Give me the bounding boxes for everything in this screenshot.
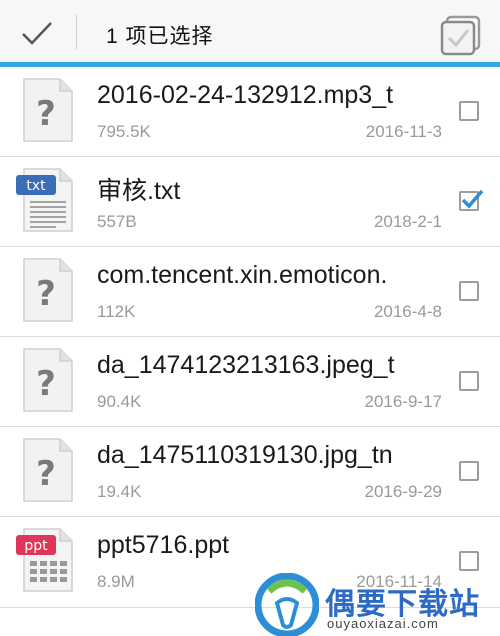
file-size: 112K xyxy=(97,302,136,321)
file-size: 557B xyxy=(97,212,137,231)
txt-file-icon: txt xyxy=(16,168,73,232)
selection-count-title: 1 项已选择 xyxy=(106,25,214,48)
file-name: ppt5716.ppt xyxy=(97,531,230,559)
watermark-url: ouyaoxiazai.com xyxy=(327,616,439,631)
svg-text:?: ? xyxy=(36,94,56,134)
svg-text:?: ? xyxy=(36,454,56,494)
file-date: 2016-9-17 xyxy=(364,392,442,411)
file-name: da_1475110319130.jpg_tn xyxy=(97,441,393,469)
file-size: 8.9M xyxy=(97,572,135,591)
file-checkbox[interactable] xyxy=(459,371,479,391)
unknown-file-icon: ? xyxy=(23,258,73,322)
txt-badge-label: txt xyxy=(26,178,46,194)
action-bar: 1 项已选择 xyxy=(0,0,500,67)
divider xyxy=(76,14,77,50)
file-row[interactable]: ? 2016-02-24-132912.mp3_t 795.5K 2016-11… xyxy=(0,67,500,157)
select-all-icon xyxy=(440,15,481,56)
svg-text:?: ? xyxy=(36,274,56,314)
file-name: 审核.txt xyxy=(97,177,181,205)
done-button[interactable] xyxy=(12,12,62,54)
unknown-file-icon: ? xyxy=(23,78,73,142)
file-checkbox[interactable] xyxy=(459,281,479,301)
file-checkbox[interactable] xyxy=(459,101,479,121)
file-size: 795.5K xyxy=(97,122,151,141)
file-date: 2016-9-29 xyxy=(364,482,442,501)
file-date: 2016-4-8 xyxy=(373,302,442,321)
unknown-file-icon: ? xyxy=(23,348,73,412)
ppt-file-icon: ppt xyxy=(16,528,73,592)
file-row[interactable]: ? da_1475110319130.jpg_tn 19.4K 2016-9-2… xyxy=(0,427,500,517)
watermark-logo-icon xyxy=(255,573,319,636)
checkmark-icon xyxy=(461,189,484,209)
file-row[interactable]: txt 审核.txt 557B 2018-2-1 xyxy=(0,157,500,247)
watermark: 偶要下载站 ouyaoxiazai.com xyxy=(255,573,500,636)
file-list: ? 2016-02-24-132912.mp3_t 795.5K 2016-11… xyxy=(0,67,500,608)
svg-text:?: ? xyxy=(36,364,56,404)
file-date: 2016-11-3 xyxy=(365,122,442,141)
file-size: 19.4K xyxy=(97,482,142,501)
file-row[interactable]: ? da_1474123213163.jpeg_t 90.4K 2016-9-1… xyxy=(0,337,500,427)
file-name: da_1474123213163.jpeg_t xyxy=(97,351,395,379)
file-checkbox[interactable] xyxy=(459,551,479,571)
select-all-button[interactable] xyxy=(438,14,484,56)
file-checkbox[interactable] xyxy=(459,461,479,481)
file-checkbox-checked[interactable] xyxy=(459,189,484,211)
check-icon xyxy=(22,22,52,45)
file-name: com.tencent.xin.emoticon. xyxy=(97,261,388,289)
ppt-badge-label: ppt xyxy=(24,538,48,554)
file-row[interactable]: ? com.tencent.xin.emoticon. 112K 2016-4-… xyxy=(0,247,500,337)
file-date: 2018-2-1 xyxy=(373,212,442,231)
unknown-file-icon: ? xyxy=(23,438,73,502)
file-name: 2016-02-24-132912.mp3_t xyxy=(97,81,394,109)
file-size: 90.4K xyxy=(97,392,142,411)
